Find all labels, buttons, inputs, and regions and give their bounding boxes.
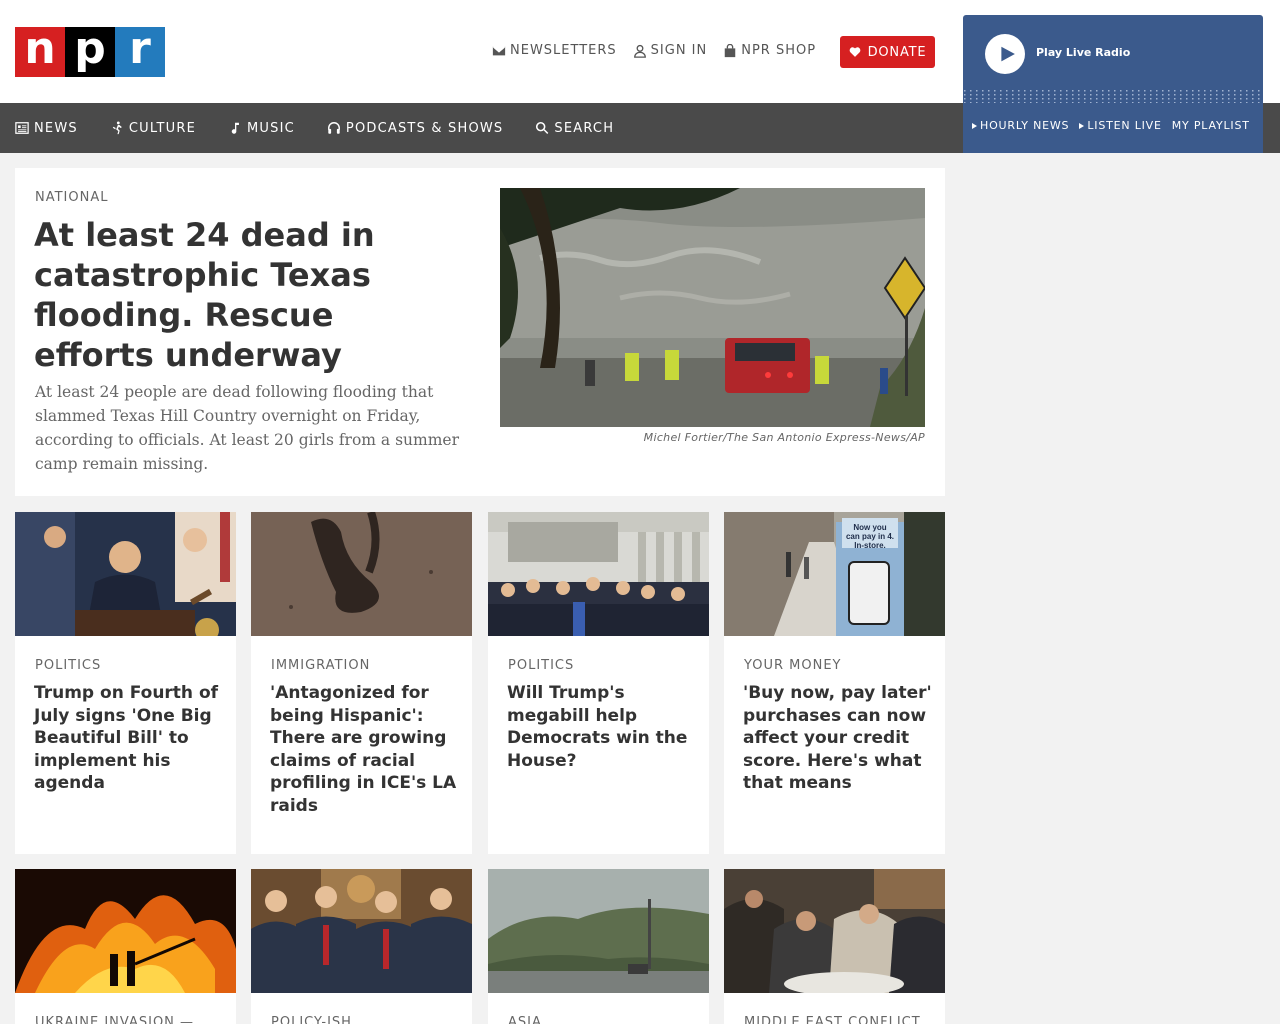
story-slug[interactable]: POLICY-ISH <box>271 1015 352 1024</box>
npr-shop-link[interactable]: NPR SHOP <box>723 43 816 58</box>
listen-live-label: LISTEN LIVE <box>1087 119 1162 132</box>
story-slug[interactable]: UKRAINE INVASION — <box>35 1015 194 1024</box>
nav-podcasts-label: PODCASTS & SHOWS <box>345 120 504 136</box>
story-card: POLICY-ISH <box>251 869 472 1024</box>
featured-image-credit: Michel Fortier/The San Antonio Express-N… <box>643 431 925 444</box>
logo-letter-p: p <box>65 27 115 77</box>
featured-slug[interactable]: NATIONAL <box>35 190 108 205</box>
featured-teaser: At least 24 people are dead following fl… <box>35 383 460 473</box>
story-title[interactable]: 'Buy now, pay later' purchases can now a… <box>743 682 933 795</box>
envelope-icon <box>492 46 506 55</box>
featured-story: NATIONAL At least 24 dead in catastrophi… <box>15 168 945 496</box>
story-image-shadow-pavement[interactable] <box>251 512 472 636</box>
story-slug[interactable]: POLITICS <box>508 658 574 673</box>
featured-image-flood[interactable] <box>500 188 925 427</box>
news-icon <box>15 122 29 134</box>
svg-text:In-store.: In-store. <box>854 541 886 550</box>
my-playlist-link[interactable]: MY PLAYLIST <box>1172 119 1250 132</box>
play-live-radio-label[interactable]: Play Live Radio <box>1036 46 1130 59</box>
story-image-senators[interactable] <box>251 869 472 993</box>
my-playlist-label: MY PLAYLIST <box>1171 119 1250 132</box>
svg-text:can pay in 4.: can pay in 4. <box>846 532 894 541</box>
story-card: POLITICS Will Trump's megabill help Demo… <box>488 512 709 854</box>
story-card: UKRAINE INVASION — <box>15 869 236 1024</box>
story-image-mourners[interactable] <box>724 869 945 993</box>
nav-culture[interactable]: CULTURE <box>110 121 196 136</box>
story-slug[interactable]: ASIA <box>508 1015 542 1024</box>
play-icon <box>1000 46 1015 62</box>
search-icon <box>536 121 549 134</box>
story-image-capitol-crowd[interactable] <box>488 512 709 636</box>
bag-icon <box>724 43 736 57</box>
nav-news[interactable]: NEWS <box>15 121 78 136</box>
story-title[interactable]: Will Trump's megabill help Democrats win… <box>507 682 697 772</box>
story-card: IMMIGRATION 'Antagonized for being Hispa… <box>251 512 472 854</box>
npr-shop-label: NPR SHOP <box>741 43 817 58</box>
donate-button[interactable]: DONATE <box>840 36 935 68</box>
nav-news-label: NEWS <box>34 120 78 136</box>
story-title[interactable]: 'Antagonized for being Hispanic': There … <box>270 682 460 817</box>
story-slug[interactable]: IMMIGRATION <box>271 658 370 673</box>
listen-live-link[interactable]: LISTEN LIVE <box>1079 119 1161 132</box>
story-slug[interactable]: MIDDLE EAST CONFLICT <box>744 1015 921 1024</box>
nav-culture-label: CULTURE <box>128 120 197 136</box>
play-arrow-small-icon <box>1079 122 1085 129</box>
newsletters-link[interactable]: NEWSLETTERS <box>492 43 617 58</box>
svg-text:Now you: Now you <box>853 523 886 532</box>
logo-letter-n: n <box>15 27 65 77</box>
player-links: HOURLY NEWS LISTEN LIVE MY PLAYLIST <box>972 119 1250 132</box>
live-radio-player: Play Live Radio HOURLY NEWS LISTEN LIVE … <box>963 15 1263 153</box>
sign-in-label: SIGN IN <box>650 43 708 58</box>
story-card: ASIA <box>488 869 709 1024</box>
culture-icon <box>112 121 122 135</box>
headphones-icon <box>327 122 340 134</box>
story-slug[interactable]: POLITICS <box>35 658 101 673</box>
story-image-bill-signing[interactable] <box>15 512 236 636</box>
story-slug[interactable]: YOUR MONEY <box>744 658 841 673</box>
header-links: NEWSLETTERS SIGN IN NPR SHOP <box>492 43 816 58</box>
story-image-hillside[interactable] <box>488 869 709 993</box>
story-card: POLITICS Trump on Fourth of July signs '… <box>15 512 236 854</box>
newsletters-label: NEWSLETTERS <box>510 43 617 58</box>
nav-search-label: SEARCH <box>554 120 615 136</box>
play-live-radio-button[interactable] <box>985 34 1025 74</box>
story-image-bnpl-sign[interactable]: Now you can pay in 4. In-store. <box>724 512 945 636</box>
nav-music-label: MUSIC <box>247 120 295 136</box>
nav-search[interactable]: SEARCH <box>535 121 614 136</box>
nav-music[interactable]: MUSIC <box>228 121 295 136</box>
play-arrow-small-icon <box>972 122 977 129</box>
logo-letter-r: r <box>115 27 165 77</box>
hourly-news-label: HOURLY NEWS <box>980 119 1070 132</box>
nav-podcasts-shows[interactable]: PODCASTS & SHOWS <box>327 121 503 136</box>
featured-title[interactable]: At least 24 dead in catastrophic Texas f… <box>34 215 464 375</box>
audio-waveform-graphic <box>963 89 1263 103</box>
npr-logo[interactable]: n p r <box>15 27 165 77</box>
story-card: MIDDLE EAST CONFLICT <box>724 869 945 1024</box>
user-icon <box>633 44 646 58</box>
story-title[interactable]: Trump on Fourth of July signs 'One Big B… <box>34 682 224 795</box>
music-note-icon <box>231 122 239 134</box>
hourly-news-link[interactable]: HOURLY NEWS <box>972 119 1069 132</box>
story-card: Now you can pay in 4. In-store. YOUR MON… <box>724 512 945 854</box>
heart-icon <box>849 47 860 57</box>
story-image-fire[interactable] <box>15 869 236 993</box>
sign-in-link[interactable]: SIGN IN <box>633 43 708 58</box>
donate-label: DONATE <box>867 44 927 60</box>
